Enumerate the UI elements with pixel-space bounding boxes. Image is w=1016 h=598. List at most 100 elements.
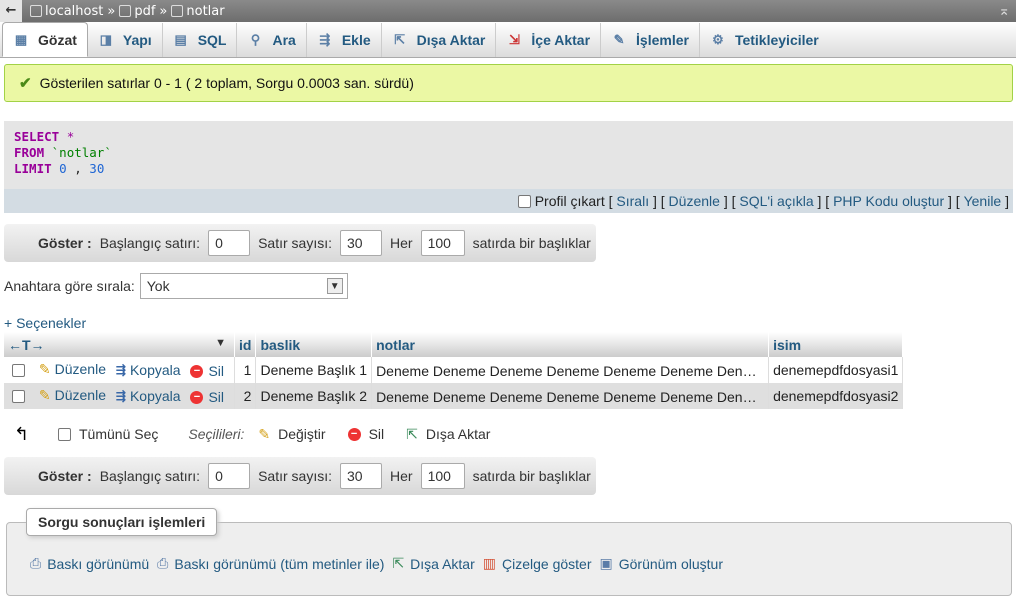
row-count-input[interactable]: 30 xyxy=(340,463,382,489)
start-row-input[interactable]: 0 xyxy=(208,230,251,256)
cell-baslik[interactable]: Deneme Başlık 2 xyxy=(255,383,373,409)
row-checkbox[interactable] xyxy=(12,363,25,377)
export-link[interactable]: ⇱ Dışa Aktar xyxy=(392,555,474,572)
sql-keyword: LIMIT xyxy=(14,161,52,176)
tab-label: Yapı xyxy=(122,32,152,48)
row-count-input[interactable]: 30 xyxy=(340,230,382,256)
bulk-change-label: Değiştir xyxy=(278,426,326,442)
header-every-input[interactable]: 100 xyxy=(420,230,465,256)
sort-select[interactable]: Yok ▼ xyxy=(139,273,348,299)
tab-insert[interactable]: ⇶ Ekle xyxy=(307,23,382,57)
cell-isim[interactable]: denemepdfdosyasi1 xyxy=(768,357,904,383)
delete-label: Sil xyxy=(208,389,224,406)
bulk-delete-button[interactable]: − Sil xyxy=(347,426,384,442)
header-every-input[interactable]: 100 xyxy=(420,463,465,489)
printer-icon: ⎙ xyxy=(157,555,169,571)
cell-notlar[interactable]: Deneme Deneme Deneme Deneme Deneme Denem… xyxy=(371,357,770,383)
copy-label: Kopyala xyxy=(129,361,181,378)
delete-icon: − xyxy=(190,390,204,404)
tab-search[interactable]: ⚲ Ara xyxy=(237,23,307,57)
copy-row-button[interactable]: ⇶ Kopyala xyxy=(116,388,181,404)
export-label: Dışa Aktar xyxy=(410,555,475,572)
collapse-icon[interactable]: ⌅ xyxy=(998,3,1010,19)
check-all-label[interactable]: Tümünü Seç xyxy=(79,426,158,442)
navigation-panel-top: Göster : Başlangıç satırı: 0 Satır sayıs… xyxy=(4,224,596,262)
start-row-label: Başlangıç satırı: xyxy=(99,235,201,251)
action-column-header: ←T→ ▼ xyxy=(4,332,235,357)
show-label: Göster : xyxy=(38,468,92,484)
wrench-icon: ✎ xyxy=(613,32,625,47)
delete-row-button[interactable]: − Sil xyxy=(190,363,224,379)
copy-row-button[interactable]: ⇶ Kopyala xyxy=(116,362,181,378)
edit-row-button[interactable]: ✎ Düzenle xyxy=(39,361,106,378)
headers-label: satırda bir başlıklar xyxy=(472,235,591,251)
bulk-export-button[interactable]: ⇱ Dışa Aktar xyxy=(406,426,490,443)
bracket: [ xyxy=(608,193,613,209)
start-row-label: Başlangıç satırı: xyxy=(99,468,201,484)
bracket: ] [ xyxy=(948,193,960,209)
start-row-input[interactable]: 0 xyxy=(208,463,251,489)
navigation-panel-bottom: Göster : Başlangıç satırı: 0 Satır sayıs… xyxy=(4,457,596,495)
sql-query-box: SELECT * FROM `notlar` LIMIT 0 , 30 xyxy=(4,121,1013,189)
tab-sql[interactable]: ▤ SQL xyxy=(163,23,238,57)
profile-checkbox[interactable] xyxy=(517,194,531,208)
print-view-link[interactable]: ⎙ Baskı görünümü xyxy=(30,555,149,572)
column-resize-arrows-icon[interactable]: ←T→ xyxy=(8,337,45,353)
explain-sql-link[interactable]: SQL'i açıkla xyxy=(739,193,813,209)
check-all-checkbox[interactable] xyxy=(58,427,71,441)
create-view-link[interactable]: ▣ Görünüm oluştur xyxy=(600,555,724,572)
options-link[interactable]: + Seçenekler xyxy=(4,315,86,331)
sort-arrow-icon[interactable]: ▼ xyxy=(215,337,226,349)
refresh-link[interactable]: Yenile xyxy=(964,193,1002,209)
print-view-full-label: Baskı görünümü (tüm metinler ile) xyxy=(174,555,385,572)
print-view-full-link[interactable]: ⎙ Baskı görünümü (tüm metinler ile) xyxy=(157,555,384,572)
check-icon: ✔ xyxy=(19,75,32,92)
breadcrumb-separator: » xyxy=(159,3,168,19)
tab-browse[interactable]: ▦ Gözat xyxy=(2,22,88,57)
table-icon xyxy=(171,5,184,17)
tab-import[interactable]: ⇲ İçe Aktar xyxy=(496,23,602,57)
sql-table: `notlar` xyxy=(51,145,112,160)
sql-keyword: FROM xyxy=(14,145,45,160)
breadcrumb-server[interactable]: localhost xyxy=(45,4,103,19)
tab-label: İçe Aktar xyxy=(531,32,591,48)
row-actions: ✎ Düzenle ⇶ Kopyala − Sil xyxy=(4,383,235,409)
search-icon: ⚲ xyxy=(250,32,261,47)
cell-id[interactable]: 1 xyxy=(234,357,257,383)
column-header-id[interactable]: id xyxy=(234,332,257,357)
chevron-down-icon: ▼ xyxy=(326,278,343,294)
column-header-notlar[interactable]: notlar xyxy=(371,332,770,357)
sql-comma: , xyxy=(74,161,82,176)
cell-baslik[interactable]: Deneme Başlık 1 xyxy=(255,357,373,383)
sort-select-value: Yok xyxy=(146,278,170,294)
pencil-icon: ✎ xyxy=(38,386,51,403)
tab-label: Ekle xyxy=(341,32,371,48)
inline-link[interactable]: Sıralı xyxy=(616,193,649,209)
row-checkbox[interactable] xyxy=(12,389,25,403)
display-chart-label: Çizelge göster xyxy=(502,555,592,572)
cell-notlar[interactable]: Deneme Deneme Deneme Deneme Deneme Denem… xyxy=(371,383,770,409)
cell-isim[interactable]: denemepdfdosyasi2 xyxy=(768,383,904,409)
tab-operations[interactable]: ✎ İşlemler xyxy=(601,23,700,57)
bulk-change-button[interactable]: ✎ Değiştir xyxy=(258,426,325,443)
tab-export[interactable]: ⇱ Dışa Aktar xyxy=(382,23,497,57)
php-code-link[interactable]: PHP Kodu oluştur xyxy=(833,193,944,209)
breadcrumb-database[interactable]: pdf xyxy=(134,4,155,19)
breadcrumb-table[interactable]: notlar xyxy=(186,4,224,19)
column-header-isim[interactable]: isim xyxy=(768,332,904,357)
edit-row-button[interactable]: ✎ Düzenle xyxy=(39,387,106,404)
export-icon: ⇱ xyxy=(392,555,405,571)
delete-icon: − xyxy=(347,427,361,441)
profile-label: Profil çıkart xyxy=(534,193,605,209)
tab-structure[interactable]: ◨ Yapı xyxy=(88,23,163,57)
with-selected-label: Seçilileri: xyxy=(188,426,245,442)
every-label: Her xyxy=(390,235,413,251)
cell-id[interactable]: 2 xyxy=(234,383,257,409)
chart-icon: ▥ xyxy=(482,555,496,571)
delete-row-button[interactable]: − Sil xyxy=(190,389,224,405)
tab-triggers[interactable]: ⚙ Tetikleyiciler xyxy=(700,23,829,57)
column-header-baslik[interactable]: baslik xyxy=(255,332,373,357)
display-chart-link[interactable]: ▥ Çizelge göster xyxy=(483,555,592,572)
edit-query-link[interactable]: Düzenle xyxy=(669,193,720,209)
back-arrow-icon[interactable]: ← xyxy=(0,0,22,22)
